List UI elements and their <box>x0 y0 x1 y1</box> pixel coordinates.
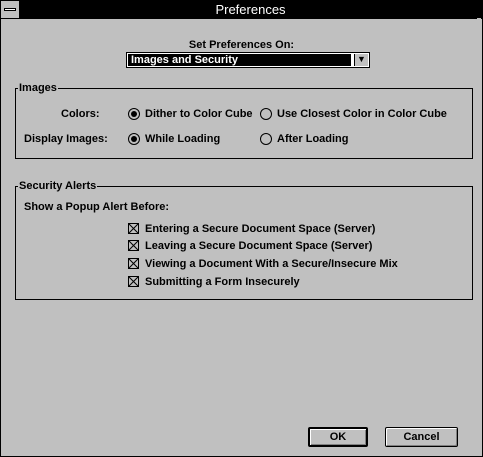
security-alerts-group-title: Security Alerts <box>18 180 98 192</box>
images-group-title: Images <box>18 82 58 94</box>
preferences-category-dropdown[interactable]: Images and Security ▼ <box>126 52 370 68</box>
radio-after-loading[interactable] <box>260 133 272 145</box>
window-title: Preferences <box>215 2 286 17</box>
radio-dither[interactable] <box>128 108 140 120</box>
checkbox-leaving-secure-label[interactable]: Leaving a Secure Document Space (Server) <box>145 240 372 252</box>
checkbox-submit-insecure[interactable] <box>128 276 139 287</box>
radio-while-loading-label[interactable]: While Loading <box>145 133 220 145</box>
cancel-button[interactable]: Cancel <box>385 427 458 447</box>
radio-closest-color-label[interactable]: Use Closest Color in Color Cube <box>277 108 447 120</box>
radio-after-loading-label[interactable]: After Loading <box>277 133 349 145</box>
colors-label: Colors: <box>61 108 100 120</box>
set-preferences-label: Set Preferences On: <box>188 39 295 51</box>
images-group <box>15 88 473 159</box>
dropdown-selected-value: Images and Security <box>128 54 351 66</box>
checkbox-entering-secure[interactable] <box>128 223 139 234</box>
checkbox-mixed-document-label[interactable]: Viewing a Document With a Secure/Insecur… <box>145 258 398 270</box>
checkbox-entering-secure-label[interactable]: Entering a Secure Document Space (Server… <box>145 223 375 235</box>
system-menu-button[interactable] <box>1 1 20 18</box>
ok-button[interactable]: OK <box>308 427 368 447</box>
security-intro-text: Show a Popup Alert Before: <box>24 201 170 213</box>
checkbox-submit-insecure-label[interactable]: Submitting a Form Insecurely <box>145 276 300 288</box>
title-bar: Preferences <box>1 1 482 19</box>
system-menu-icon <box>4 8 16 11</box>
radio-dither-label[interactable]: Dither to Color Cube <box>145 108 253 120</box>
radio-while-loading[interactable] <box>128 133 140 145</box>
dropdown-arrow-icon[interactable]: ▼ <box>354 54 368 66</box>
radio-closest-color[interactable] <box>260 108 272 120</box>
window-border-right <box>477 18 481 455</box>
checkbox-mixed-document[interactable] <box>128 258 139 269</box>
display-images-label: Display Images: <box>24 133 108 145</box>
checkbox-leaving-secure[interactable] <box>128 240 139 251</box>
